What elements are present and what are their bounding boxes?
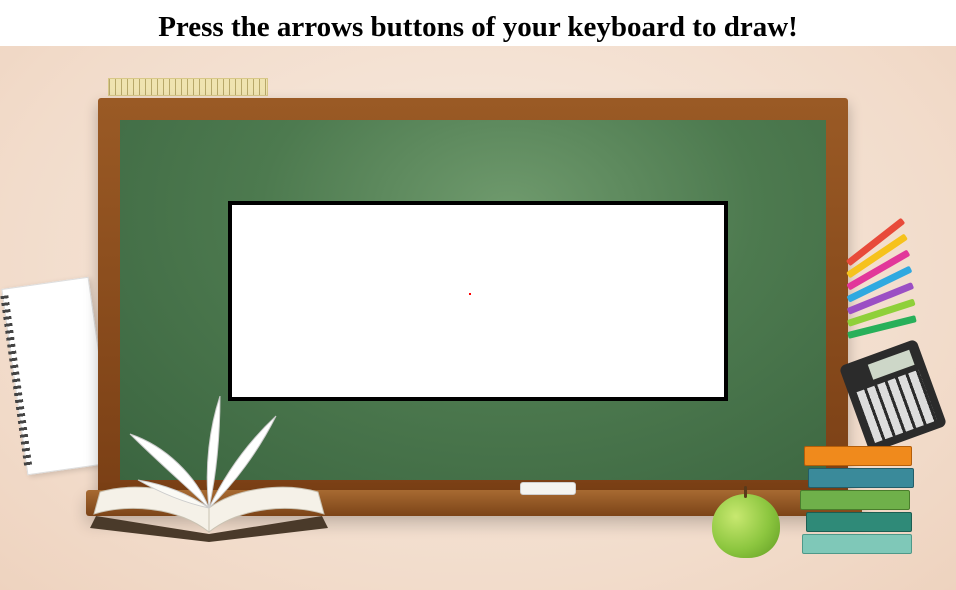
open-book-image [90, 396, 328, 542]
notebook-rings [0, 295, 33, 467]
book [808, 468, 914, 488]
book [800, 490, 910, 510]
page-title: Press the arrows buttons of your keyboar… [158, 11, 798, 43]
drawing-cursor-dot [469, 293, 471, 295]
ruler-image [108, 78, 268, 96]
calculator-keys [856, 369, 938, 443]
drawing-canvas[interactable] [228, 201, 728, 401]
book [802, 534, 912, 554]
chalk-image [520, 482, 576, 495]
book [806, 512, 912, 532]
book [804, 446, 912, 466]
green-apple-image [712, 486, 780, 558]
classroom-scene [0, 46, 956, 590]
book-stack-image [800, 438, 920, 558]
